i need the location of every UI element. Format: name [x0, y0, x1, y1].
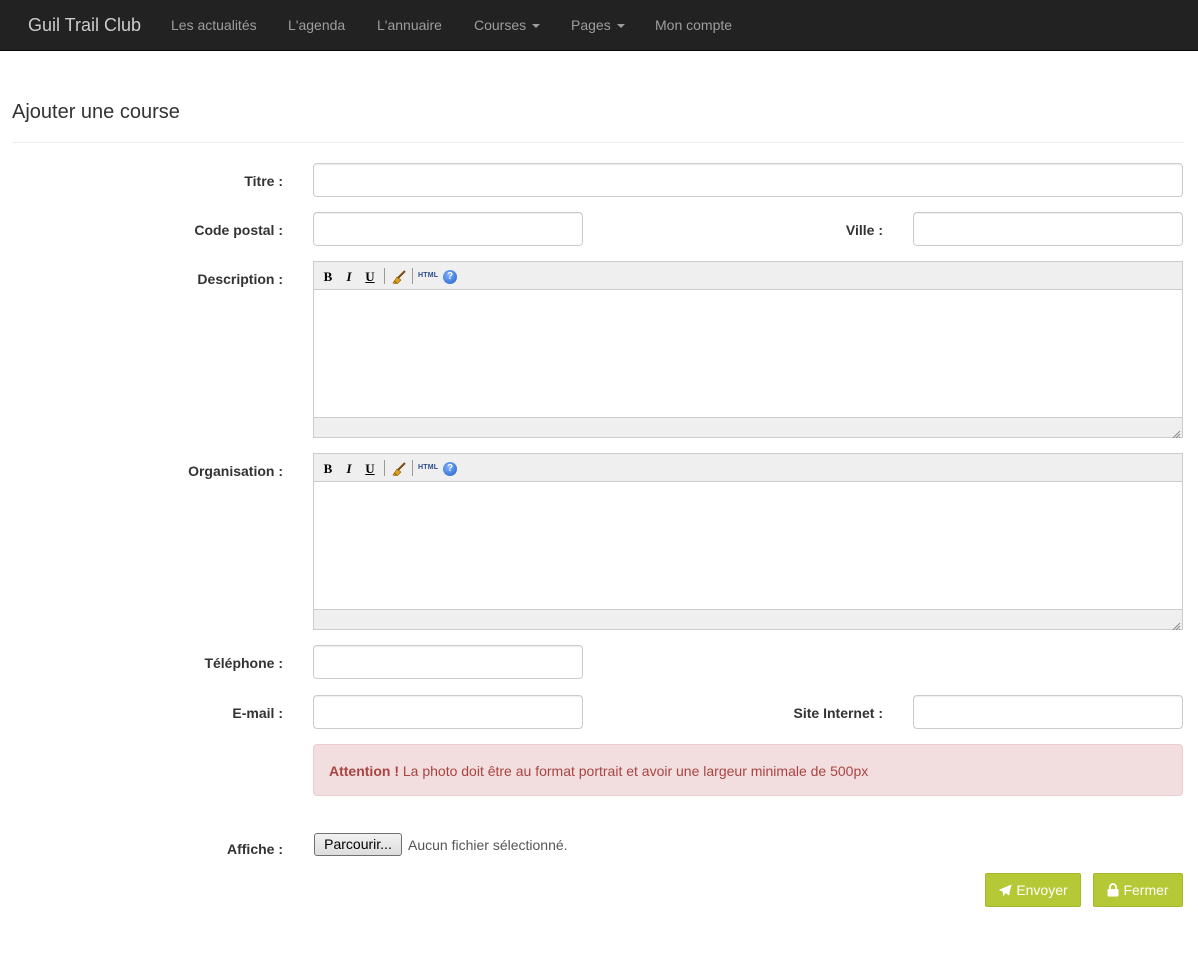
editor-statusbar: [314, 417, 1182, 439]
caret-down-icon: [532, 24, 541, 29]
lock-icon: [1107, 883, 1119, 897]
description-label: Description :: [197, 271, 283, 287]
toolbar-separator: [384, 268, 385, 284]
toolbar-separator: [384, 460, 385, 476]
nav-courses-dropdown[interactable]: Courses: [474, 16, 541, 34]
fermer-label: Fermer: [1123, 882, 1169, 898]
envoyer-button[interactable]: Envoyer: [985, 873, 1081, 907]
envoyer-label: Envoyer: [1016, 882, 1068, 898]
top-navbar: Guil Trail Club Les actualités L'agenda …: [0, 0, 1198, 51]
underline-icon[interactable]: U: [363, 270, 377, 284]
broom-icon[interactable]: [391, 270, 407, 285]
code-postal-input[interactable]: [313, 212, 583, 246]
nav-mon-compte[interactable]: Mon compte: [655, 16, 732, 34]
organisation-editor: B I U HTML ?: [313, 453, 1183, 631]
titre-input[interactable]: [313, 163, 1183, 197]
caret-down-icon: [616, 24, 625, 29]
italic-icon[interactable]: I: [342, 270, 356, 284]
organisation-label: Organisation :: [188, 463, 283, 479]
underline-icon[interactable]: U: [363, 462, 377, 476]
ville-label: Ville :: [845, 222, 883, 238]
editor-statusbar: [314, 609, 1182, 631]
email-input[interactable]: [313, 695, 583, 729]
resize-grip-icon[interactable]: [1171, 426, 1181, 439]
nav-annuaire[interactable]: L'annuaire: [377, 16, 442, 34]
fermer-button[interactable]: Fermer: [1093, 873, 1183, 907]
file-status-text: Aucun fichier sélectionné.: [408, 837, 568, 853]
paper-plane-icon: [998, 884, 1012, 897]
file-browse-button[interactable]: Parcourir...: [314, 833, 402, 856]
affiche-label: Affiche :: [227, 841, 283, 857]
editor-toolbar: B I U HTML ?: [314, 262, 1182, 290]
nav-courses-label: Courses: [474, 17, 527, 33]
site-internet-input[interactable]: [913, 695, 1183, 729]
titre-label: Titre :: [244, 173, 283, 189]
brand-link[interactable]: Guil Trail Club: [28, 14, 141, 36]
toolbar-separator: [412, 268, 413, 284]
alert-text: La photo doit être au format portrait et…: [402, 763, 869, 779]
html-icon[interactable]: HTML: [418, 464, 438, 471]
resize-grip-icon[interactable]: [1171, 618, 1181, 631]
alert-strong: Attention !: [329, 763, 399, 779]
site-internet-label: Site Internet :: [793, 705, 883, 721]
organisation-textarea[interactable]: [314, 483, 1182, 609]
nav-actualites[interactable]: Les actualités: [171, 16, 257, 34]
help-icon[interactable]: ?: [443, 462, 457, 476]
photo-warning-alert: Attention ! La photo doit être au format…: [313, 744, 1183, 796]
telephone-input[interactable]: [313, 645, 583, 679]
telephone-label: Téléphone :: [204, 655, 283, 671]
description-editor: B I U HTML ?: [313, 261, 1183, 439]
editor-toolbar: B I U HTML ?: [314, 454, 1182, 482]
bold-icon[interactable]: B: [321, 462, 335, 476]
email-label: E-mail :: [232, 705, 283, 721]
bold-icon[interactable]: B: [321, 270, 335, 284]
html-icon[interactable]: HTML: [418, 272, 438, 279]
help-icon[interactable]: ?: [443, 270, 457, 284]
nav-pages-dropdown[interactable]: Pages: [571, 16, 625, 34]
nav-pages-label: Pages: [571, 17, 611, 33]
code-postal-label: Code postal :: [194, 222, 283, 238]
description-textarea[interactable]: [314, 291, 1182, 417]
broom-icon[interactable]: [391, 462, 407, 477]
toolbar-separator: [412, 460, 413, 476]
title-divider: [12, 142, 1184, 143]
ville-input[interactable]: [913, 212, 1183, 246]
italic-icon[interactable]: I: [342, 462, 356, 476]
nav-agenda[interactable]: L'agenda: [288, 16, 345, 34]
page-title: Ajouter une course: [12, 101, 180, 123]
